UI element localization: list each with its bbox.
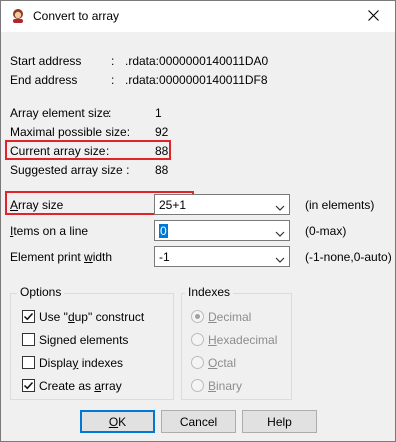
items-on-line-combo[interactable]: 0 [154,220,290,241]
print-width-value[interactable]: -1 [159,250,170,264]
close-icon [367,9,379,24]
max-size-value: 92 [155,125,169,139]
array-size-value[interactable]: 25+1 [159,198,186,212]
max-size-label: Maximal possible size: [10,125,131,139]
binary-radio[interactable] [191,379,204,392]
hexadecimal-label[interactable]: Hexadecimal [208,333,277,347]
cancel-button[interactable]: Cancel [161,410,236,433]
array-size-combo[interactable]: 25+1 [154,194,290,215]
display-indexes-label[interactable]: Display indexes [39,356,123,370]
signed-elements-label[interactable]: Signed elements [39,333,128,347]
array-size-label: Array size [10,198,64,212]
end-address-value: .rdata:0000000140011DF8 [125,73,268,87]
use-dup-label[interactable]: Use "dup" construct [39,310,144,324]
ida-app-icon [10,8,26,24]
chevron-down-icon[interactable] [275,227,285,237]
items-on-line-label: Items on a line [10,224,89,238]
element-size-label: Array element size [10,106,110,120]
radio-dot [195,314,200,319]
ok-button[interactable]: OK [80,410,155,433]
octal-radio[interactable] [191,356,204,369]
help-button-label: Help [267,414,292,429]
start-address-value: .rdata:0000000140011DA0 [125,54,269,68]
end-address-sep: : [111,73,115,87]
current-size-sep: : [106,144,110,158]
octal-label[interactable]: Octal [208,356,236,370]
print-width-hint: (-1-none,0-auto) [305,250,392,264]
decimal-label[interactable]: Decimal [208,310,251,324]
print-width-label: Element print width [10,250,113,264]
dialog-title: Convert to array [33,9,120,23]
convert-to-array-dialog: Convert to array Start address : .rdata:… [0,0,396,442]
create-as-array-label[interactable]: Create as array [39,379,122,393]
print-width-combo[interactable]: -1 [154,246,290,267]
checkmark-icon [23,312,34,321]
use-dup-checkbox[interactable] [22,310,35,323]
chevron-down-icon[interactable] [275,253,285,263]
suggested-size-label: Suggested array size : [10,163,130,177]
title-bar[interactable]: Convert to array [1,1,395,32]
help-button[interactable]: Help [242,410,317,433]
display-indexes-checkbox[interactable] [22,356,35,369]
element-size-value: 1 [155,106,162,120]
signed-elements-checkbox[interactable] [22,333,35,346]
start-address-sep: : [111,54,115,68]
suggested-size-value: 88 [155,163,169,177]
checkmark-icon [23,381,34,390]
items-on-line-hint: (0-max) [305,224,347,238]
current-size-value: 88 [155,144,169,158]
items-on-line-value[interactable]: 0 [159,224,168,238]
chevron-down-icon[interactable] [275,201,285,211]
decimal-radio[interactable] [191,310,204,323]
element-size-sep: : [108,106,112,120]
close-button[interactable] [351,1,395,32]
current-size-label: Current array size [10,144,106,158]
array-size-hint: (in elements) [305,198,375,212]
start-address-label: Start address [10,54,82,68]
binary-label[interactable]: Binary [208,379,242,393]
create-as-array-checkbox[interactable] [22,379,35,392]
end-address-label: End address [10,73,78,87]
hexadecimal-radio[interactable] [191,333,204,346]
options-legend: Options [17,285,65,299]
cancel-button-label: Cancel [179,414,218,429]
ok-button-label: OK [108,414,127,429]
indexes-legend: Indexes [185,285,234,299]
